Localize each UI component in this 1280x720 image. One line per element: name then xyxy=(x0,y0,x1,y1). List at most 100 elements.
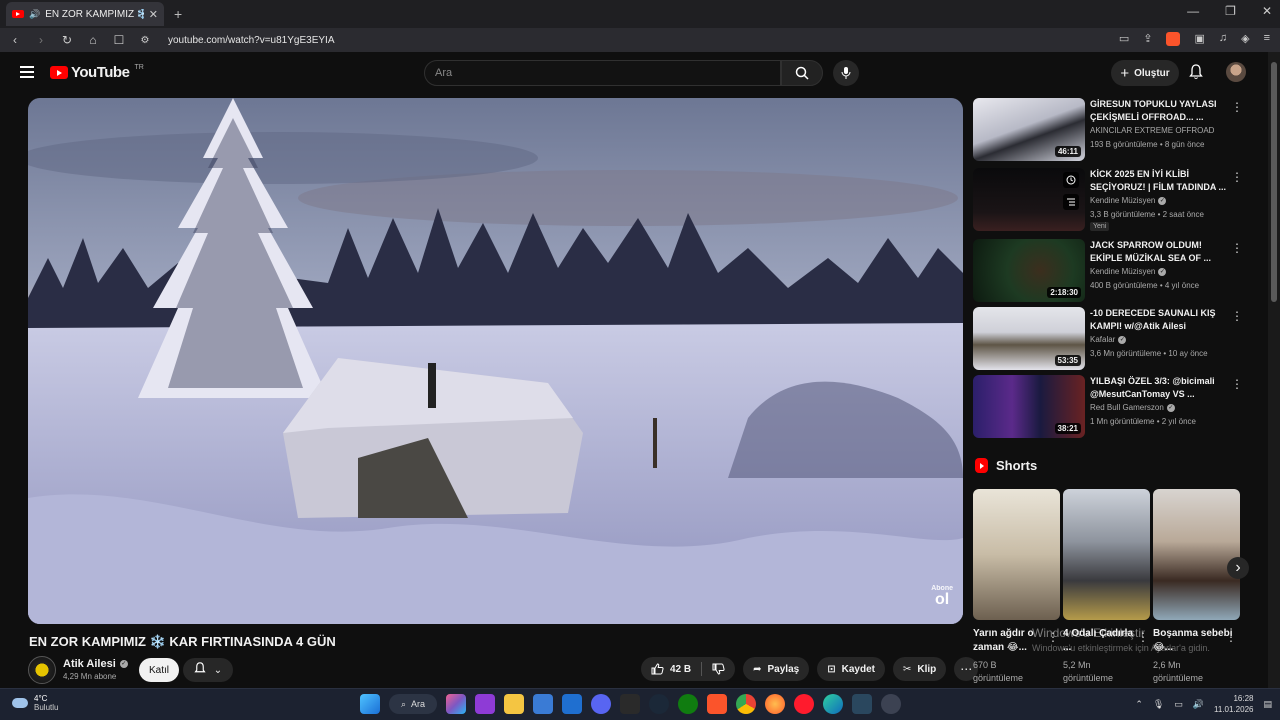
more-options-icon[interactable]: ⋮ xyxy=(1231,309,1243,323)
bookmark-icon[interactable]: ☐ xyxy=(112,33,126,47)
video-thumbnail[interactable]: 2:18:30 xyxy=(973,239,1085,302)
audio-icon[interactable]: 🔊 xyxy=(29,9,40,20)
save-button[interactable]: ⊡ Kaydet xyxy=(817,657,885,681)
subscribe-watermark[interactable]: Abone ol xyxy=(931,585,953,608)
recommendation-title[interactable]: GİRESUN TOPUKLU YAYLASI ÇEKİŞMELİ OFFROA… xyxy=(1090,98,1230,124)
new-tab-button[interactable]: + xyxy=(174,6,182,22)
notification-center-icon[interactable]: ▤ xyxy=(1263,699,1272,710)
page-scrollbar[interactable] xyxy=(1268,52,1280,688)
restore-icon[interactable]: ❐ xyxy=(1225,4,1236,18)
shorts-next-button[interactable]: › xyxy=(1227,557,1249,579)
recommendation-title[interactable]: YILBAŞI ÖZEL 3/3: @bicimali @MesutCanTom… xyxy=(1090,375,1230,401)
microphone-tray-icon[interactable]: 🎙 xyxy=(1153,699,1164,710)
more-options-icon[interactable]: ⋮ xyxy=(1231,241,1243,255)
share-icon[interactable]: ⇪ xyxy=(1143,32,1152,46)
like-button[interactable]: 42 B xyxy=(641,657,701,681)
video-thumbnail[interactable]: 38:21 xyxy=(973,375,1085,438)
recommendation-channel[interactable]: Kendine Müzisyen ✓ xyxy=(1090,196,1167,205)
home-icon[interactable]: ⌂ xyxy=(86,33,100,47)
steam-alt-icon[interactable] xyxy=(852,694,873,714)
steam-icon[interactable] xyxy=(649,694,670,714)
search-button[interactable] xyxy=(781,60,823,86)
address-bar[interactable]: youtube.com/watch?v=u81YgE3EYIA xyxy=(168,35,335,46)
channel-name-row[interactable]: Atik Ailesi ✓ xyxy=(63,658,128,670)
file-explorer-icon[interactable] xyxy=(504,694,525,714)
short-thumbnail[interactable] xyxy=(1153,489,1240,620)
vpn-icon[interactable]: ◈ xyxy=(1241,32,1249,46)
watch-later-icon[interactable] xyxy=(1063,172,1079,188)
video-thumbnail[interactable] xyxy=(973,168,1085,231)
recommendation-title[interactable]: -10 DERECEDE SAUNALI KIŞ KAMPI! w/@Atik … xyxy=(1090,307,1230,333)
chrome-icon[interactable] xyxy=(736,694,757,714)
tab-close-icon[interactable]: ✕ xyxy=(149,8,158,21)
media-player-icon[interactable] xyxy=(475,694,496,714)
microsoft-store-icon[interactable] xyxy=(533,694,554,714)
recommendation-channel[interactable]: AKINCILAR EXTREME OFFROAD xyxy=(1090,126,1214,135)
create-button[interactable]: + Oluştur xyxy=(1111,60,1179,86)
recommendation-title[interactable]: KİCK 2025 EN İYİ KLİBİ SEÇİYORUZ! | FİLM… xyxy=(1090,168,1230,194)
discord-icon[interactable] xyxy=(591,694,612,714)
recommendation-channel[interactable]: Kafalar ✓ xyxy=(1090,335,1127,344)
video-player[interactable]: Abone ol xyxy=(28,98,963,624)
more-options-icon[interactable]: ⋮ xyxy=(1231,100,1243,114)
share-button[interactable]: ➦ Paylaş xyxy=(743,657,810,681)
settings-icon[interactable] xyxy=(881,694,902,714)
more-options-icon[interactable]: ⋮ xyxy=(1231,377,1243,391)
forward-icon[interactable]: › xyxy=(34,33,48,47)
taskbar-search[interactable]: ⌕ Ara xyxy=(389,694,438,714)
more-options-icon[interactable]: ⋮ xyxy=(1231,170,1243,184)
search-input[interactable] xyxy=(435,61,780,85)
notifications-bell-icon[interactable] xyxy=(1189,64,1203,85)
video-thumbnail[interactable]: 53:35 xyxy=(973,307,1085,370)
recommendation-item[interactable]: 38:21 YILBAŞI ÖZEL 3/3: @bicimali @Mesut… xyxy=(973,375,1253,439)
hamburger-menu-icon[interactable] xyxy=(20,66,34,81)
minimize-icon[interactable]: — xyxy=(1187,4,1199,18)
copilot-icon[interactable] xyxy=(446,694,467,714)
brave-shields-icon[interactable] xyxy=(1166,32,1181,46)
opera-icon[interactable] xyxy=(794,694,815,714)
join-button[interactable]: Katıl xyxy=(139,658,179,682)
firefox-icon[interactable] xyxy=(765,694,786,714)
recommendation-channel[interactable]: Kendine Müzisyen ✓ xyxy=(1090,267,1167,276)
recommendation-item[interactable]: 53:35 -10 DERECEDE SAUNALI KIŞ KAMPI! w/… xyxy=(973,307,1253,371)
site-info-icon[interactable]: ⚙ xyxy=(138,35,152,46)
add-to-queue-icon[interactable] xyxy=(1063,194,1079,210)
weather-widget[interactable]: 4°C Bulutlu xyxy=(12,694,58,712)
close-window-icon[interactable]: ✕ xyxy=(1262,4,1272,18)
short-thumbnail[interactable] xyxy=(1063,489,1150,620)
volume-icon[interactable]: 🔊 xyxy=(1193,699,1204,710)
outlook-icon[interactable] xyxy=(562,694,583,714)
video-thumbnail[interactable]: 46:11 xyxy=(973,98,1085,161)
short-thumbnail[interactable] xyxy=(973,489,1060,620)
recommendation-title[interactable]: JACK SPARROW OLDUM! EKİPLE MÜZİKAL SEA O… xyxy=(1090,239,1230,265)
voice-search-button[interactable] xyxy=(833,60,859,86)
recommendation-channel[interactable]: Red Bull Gamerszon ✓ xyxy=(1090,403,1175,412)
taskbar-clock[interactable]: 16:28 11.01.2026 xyxy=(1214,693,1253,715)
wallet-icon[interactable]: ▣ xyxy=(1194,32,1204,46)
more-options-icon[interactable]: ⋮ xyxy=(1225,630,1237,644)
back-icon[interactable]: ‹ xyxy=(8,33,22,47)
youtube-logo[interactable]: YouTube TR xyxy=(50,64,144,81)
menu-icon[interactable]: ≡ xyxy=(1264,32,1270,46)
channel-avatar[interactable] xyxy=(28,656,56,684)
cast-icon[interactable]: ▭ xyxy=(1119,32,1129,46)
media-icon[interactable]: ♫ xyxy=(1219,32,1227,46)
reload-icon[interactable]: ↻ xyxy=(60,33,74,47)
recommendation-item[interactable]: 2:18:30 JACK SPARROW OLDUM! EKİPLE MÜZİK… xyxy=(973,239,1253,303)
edge-icon[interactable] xyxy=(823,694,844,714)
brave-browser-icon[interactable] xyxy=(707,694,728,714)
recommendation-item[interactable]: 46:11 GİRESUN TOPUKLU YAYLASI ÇEKİŞMELİ … xyxy=(973,98,1253,162)
channel-name[interactable]: Atik Ailesi xyxy=(63,658,116,670)
clip-button[interactable]: ✂ Klip xyxy=(892,657,947,681)
network-icon[interactable]: ▭ xyxy=(1174,699,1183,710)
scrollbar-thumb[interactable] xyxy=(1271,62,1277,302)
recommendation-item[interactable]: KİCK 2025 EN İYİ KLİBİ SEÇİYORUZ! | FİLM… xyxy=(973,168,1253,232)
browser-tab[interactable]: 🔊 EN ZOR KAMPIMIZ ❄️ KAR F ✕ xyxy=(6,2,164,26)
xbox-icon[interactable] xyxy=(678,694,699,714)
tray-chevron-icon[interactable]: ⌃ xyxy=(1135,699,1143,710)
user-avatar[interactable] xyxy=(1226,62,1246,82)
dislike-button[interactable] xyxy=(702,657,735,681)
epic-games-icon[interactable] xyxy=(620,694,641,714)
start-icon[interactable] xyxy=(360,694,380,714)
subscription-bell-button[interactable]: ⌄ xyxy=(183,658,233,682)
